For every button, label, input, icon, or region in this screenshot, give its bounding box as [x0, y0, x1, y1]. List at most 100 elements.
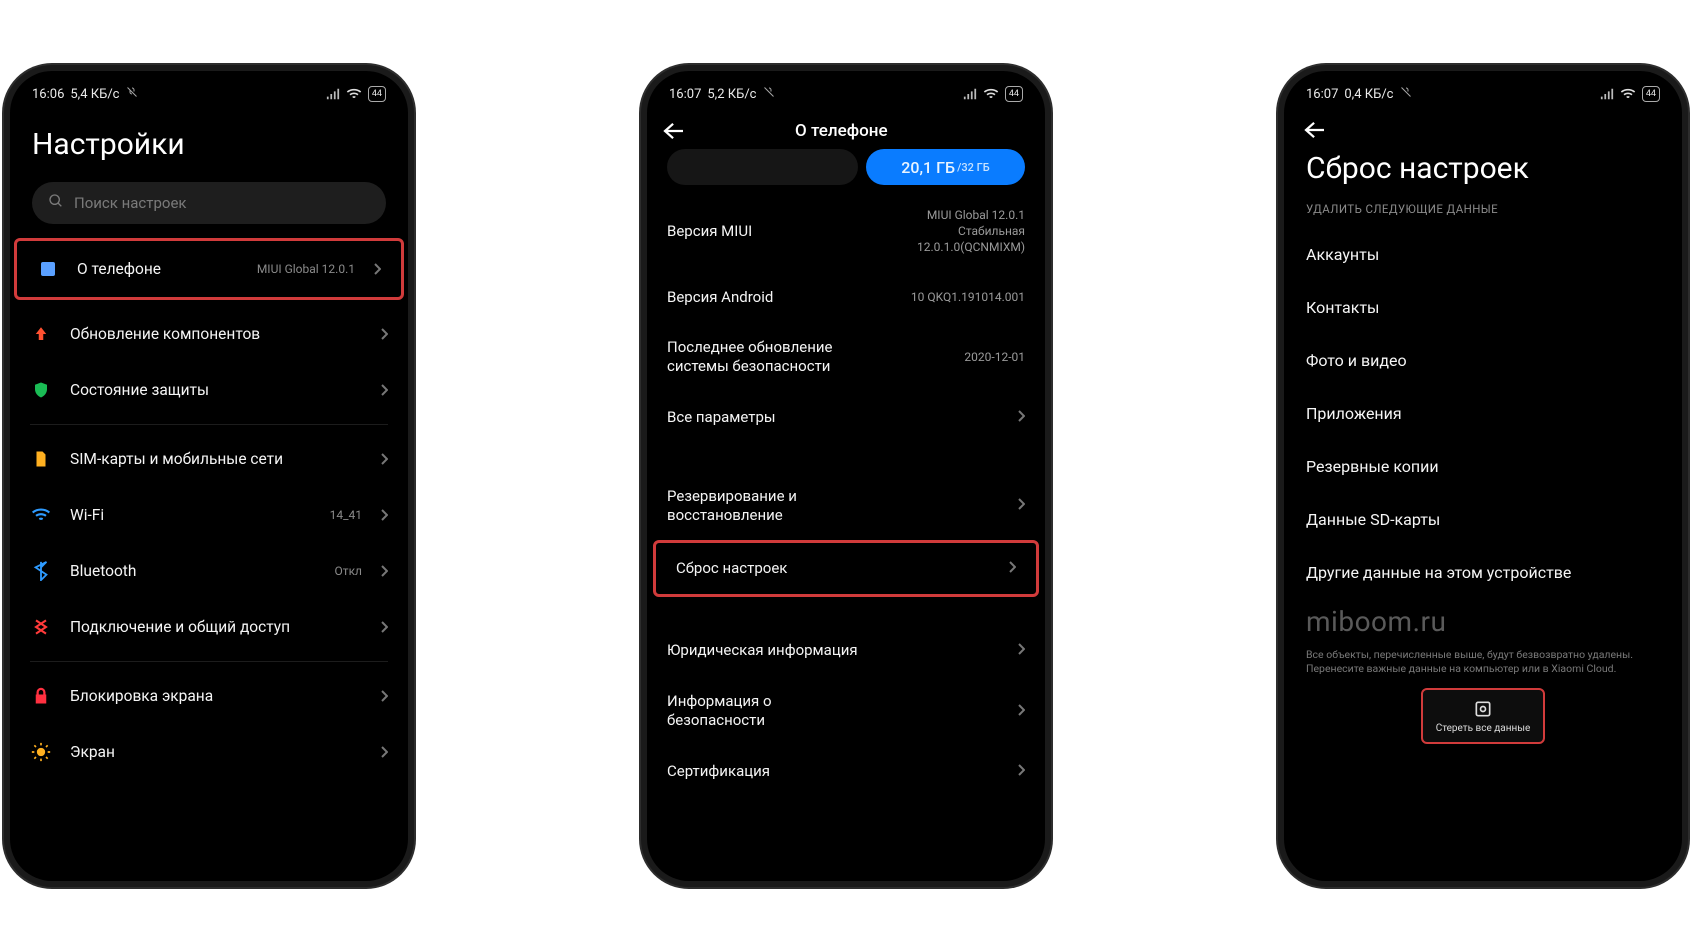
storage-card[interactable]: 20,1 ГБ /32 ГБ — [667, 149, 1025, 185]
signal-icon — [326, 88, 340, 100]
row-label: Сертификация — [667, 762, 770, 781]
item-apps: Приложения — [1284, 387, 1682, 440]
status-bar: 16:06 5,4 КБ/с 44 — [10, 71, 408, 109]
status-net: 5,2 КБ/с — [707, 87, 756, 102]
row-label: Версия MIUI — [667, 222, 752, 241]
row-label: Bluetooth — [70, 562, 317, 580]
item-other-data: Другие данные на этом устройстве — [1284, 546, 1682, 599]
chevron-right-icon — [1017, 641, 1025, 660]
row-android-version[interactable]: Версия Android 10 QKQ1.191014.001 — [647, 272, 1045, 323]
phone-settings: 16:06 5,4 КБ/с 44 Настройки Поиск настро… — [10, 71, 408, 881]
row-label: Подключение и общий доступ — [70, 618, 362, 636]
chevron-right-icon — [1017, 702, 1025, 721]
row-component-updates[interactable]: Обновление компонентов — [10, 306, 408, 362]
row-label: Юридическая информация — [667, 641, 858, 660]
chevron-right-icon — [380, 745, 388, 759]
storage-button[interactable]: 20,1 ГБ /32 ГБ — [866, 149, 1025, 185]
row-security-status[interactable]: Состояние защиты — [10, 362, 408, 418]
back-button[interactable] — [663, 122, 685, 140]
row-value: 10 QKQ1.191014.001 — [911, 289, 1025, 305]
divider — [30, 424, 388, 425]
row-all-specs[interactable]: Все параметры — [647, 392, 1045, 443]
item-sd-data: Данные SD-карты — [1284, 493, 1682, 546]
row-value: MIUI Global 12.0.1 — [257, 262, 355, 276]
wifi-icon — [30, 504, 52, 526]
page-title: Сброс настроек — [1306, 151, 1660, 186]
vibrate-icon — [126, 86, 138, 102]
chevron-right-icon — [380, 508, 388, 522]
battery-indicator: 44 — [368, 86, 386, 102]
row-value: 14_41 — [330, 508, 362, 522]
brightness-icon — [30, 741, 52, 763]
chevron-right-icon — [1008, 559, 1016, 578]
row-about-phone[interactable]: О телефоне MIUI Global 12.0.1 — [14, 238, 404, 300]
chevron-right-icon — [1017, 762, 1025, 781]
storage-total: /32 ГБ — [957, 161, 990, 174]
vibrate-icon — [1400, 86, 1412, 102]
row-lockscreen[interactable]: Блокировка экрана — [10, 668, 408, 724]
row-label: Блокировка экрана — [70, 687, 362, 705]
vibrate-icon — [763, 86, 775, 102]
item-accounts: Аккаунты — [1284, 228, 1682, 281]
row-connection-sharing[interactable]: Подключение и общий доступ — [10, 599, 408, 655]
sim-icon — [30, 448, 52, 470]
row-safety-info[interactable]: Информация о безопасности — [647, 676, 1045, 746]
row-label: Wi-Fi — [70, 506, 312, 524]
row-backup-restore[interactable]: Резервирование и восстановление — [647, 471, 1045, 541]
row-value: MIUI Global 12.0.1 Стабильная 12.0.1.0(Q… — [917, 207, 1025, 256]
chevron-right-icon — [380, 327, 388, 341]
header-bar: О телефоне — [647, 109, 1045, 149]
phone-reset: 16:07 0,4 КБ/с 44 Сброс настроек УДАЛИТЬ… — [1284, 71, 1682, 881]
wifi-icon — [983, 88, 999, 100]
footnote: Все объекты, перечисленные выше, будут б… — [1284, 638, 1682, 684]
chevron-right-icon — [380, 689, 388, 703]
divider — [30, 661, 388, 662]
chevron-right-icon — [380, 452, 388, 466]
chevron-right-icon — [380, 620, 388, 634]
chevron-right-icon — [1017, 496, 1025, 515]
status-net: 0,4 КБ/с — [1344, 87, 1393, 102]
bluetooth-icon — [30, 560, 52, 582]
phone-about: 16:07 5,2 КБ/с 44 О телефоне 20,1 ГБ /32… — [647, 71, 1045, 881]
signal-icon — [963, 88, 977, 100]
shield-icon — [30, 379, 52, 401]
row-legal-info[interactable]: Юридическая информация — [647, 625, 1045, 676]
row-value: 2020-12-01 — [964, 349, 1025, 365]
status-time: 16:07 — [1306, 87, 1338, 102]
signal-icon — [1600, 88, 1614, 100]
row-value: Откл — [335, 564, 362, 578]
row-factory-reset[interactable]: Сброс настроек — [653, 540, 1039, 597]
chevron-right-icon — [380, 564, 388, 578]
row-label: О телефоне — [77, 260, 239, 278]
status-time: 16:07 — [669, 87, 701, 102]
wifi-icon — [1620, 88, 1636, 100]
row-bluetooth[interactable]: Bluetooth Откл — [10, 543, 408, 599]
row-security-patch[interactable]: Последнее обновление системы безопасност… — [647, 322, 1045, 392]
row-label: Информация о безопасности — [667, 692, 867, 730]
search-icon — [48, 193, 64, 213]
erase-all-button[interactable]: Стереть все данные — [1421, 688, 1545, 744]
search-input[interactable]: Поиск настроек — [32, 182, 386, 224]
item-photos-video: Фото и видео — [1284, 334, 1682, 387]
row-label: Последнее обновление системы безопасност… — [667, 338, 867, 376]
watermark: miboom.ru — [1284, 599, 1682, 638]
link-icon — [30, 616, 52, 638]
erase-icon — [1473, 699, 1493, 719]
row-miui-version[interactable]: Версия MIUI MIUI Global 12.0.1 Стабильна… — [647, 191, 1045, 272]
status-bar: 16:07 0,4 КБ/с 44 — [1284, 71, 1682, 109]
row-label: Состояние защиты — [70, 381, 362, 399]
row-certification[interactable]: Сертификация — [647, 746, 1045, 797]
row-label: Обновление компонентов — [70, 325, 362, 343]
status-time: 16:06 — [32, 87, 64, 102]
search-placeholder: Поиск настроек — [74, 194, 187, 212]
row-display[interactable]: Экран — [10, 724, 408, 780]
update-icon — [30, 323, 52, 345]
battery-indicator: 44 — [1642, 86, 1660, 102]
back-button[interactable] — [1304, 121, 1662, 139]
battery-indicator: 44 — [1005, 86, 1023, 102]
row-label: Экран — [70, 743, 362, 761]
storage-dark-segment — [667, 149, 858, 185]
row-wifi[interactable]: Wi-Fi 14_41 — [10, 487, 408, 543]
row-label: Сброс настроек — [676, 559, 787, 578]
row-sim-mobile[interactable]: SIM-карты и мобильные сети — [10, 431, 408, 487]
